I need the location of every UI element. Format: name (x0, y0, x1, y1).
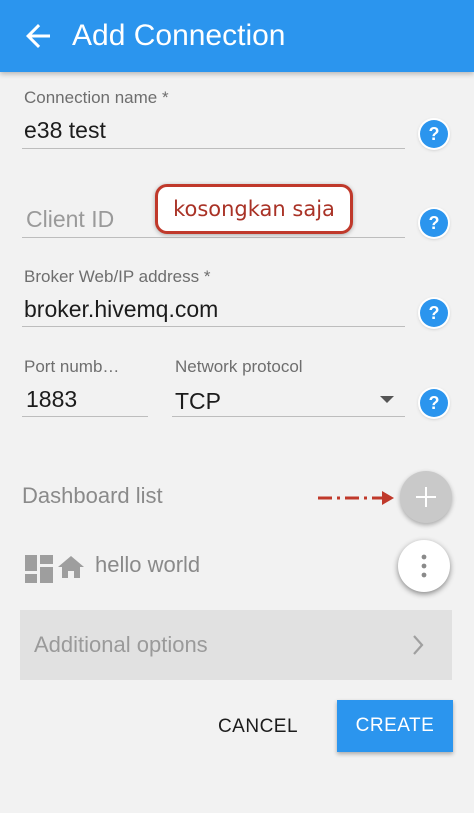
client-id-underline (22, 237, 405, 238)
create-button[interactable]: CREATE (337, 700, 453, 752)
additional-options-label: Additional options (34, 632, 208, 657)
dashboard-item-menu-button[interactable] (398, 540, 450, 592)
help-icon[interactable]: ? (420, 209, 448, 237)
additional-options-row[interactable]: Additional options (20, 610, 452, 680)
arrow-back-icon[interactable] (20, 18, 56, 54)
help-icon[interactable]: ? (420, 120, 448, 148)
connection-name-input[interactable]: e38 test (24, 117, 106, 144)
network-protocol-select[interactable]: TCP (175, 388, 221, 415)
more-vert-icon (421, 554, 427, 578)
client-id-input[interactable]: Client ID (26, 206, 114, 233)
port-number-underline (22, 416, 148, 417)
help-icon[interactable]: ? (420, 299, 448, 327)
port-number-label: Port numb… (24, 357, 120, 376)
annotation-callout: kosongkan saja (155, 184, 353, 234)
network-protocol-label: Network protocol (175, 357, 303, 376)
chevron-right-icon (413, 635, 424, 655)
dropdown-arrow-icon[interactable] (380, 396, 394, 404)
cancel-button[interactable]: CANCEL (208, 702, 308, 752)
connection-name-label: Connection name * (24, 88, 169, 107)
dashed-arrow-icon (318, 491, 394, 505)
broker-address-underline (22, 326, 405, 327)
help-icon[interactable]: ? (420, 389, 448, 417)
add-dashboard-button[interactable] (400, 471, 452, 523)
page-title: Add Connection (72, 19, 286, 52)
dashboard-list-title: Dashboard list (22, 483, 163, 508)
network-protocol-underline (172, 416, 405, 417)
broker-address-label: Broker Web/IP address * (24, 267, 211, 286)
connection-name-underline (22, 148, 405, 149)
home-icon (58, 556, 84, 578)
dashboard-item-label[interactable]: hello world (95, 552, 200, 578)
broker-address-input[interactable]: broker.hivemq.com (24, 296, 218, 323)
plus-icon (416, 487, 436, 507)
app-bar: Add Connection (0, 0, 474, 72)
dashboard-icon (25, 555, 53, 583)
port-number-input[interactable]: 1883 (26, 386, 77, 413)
